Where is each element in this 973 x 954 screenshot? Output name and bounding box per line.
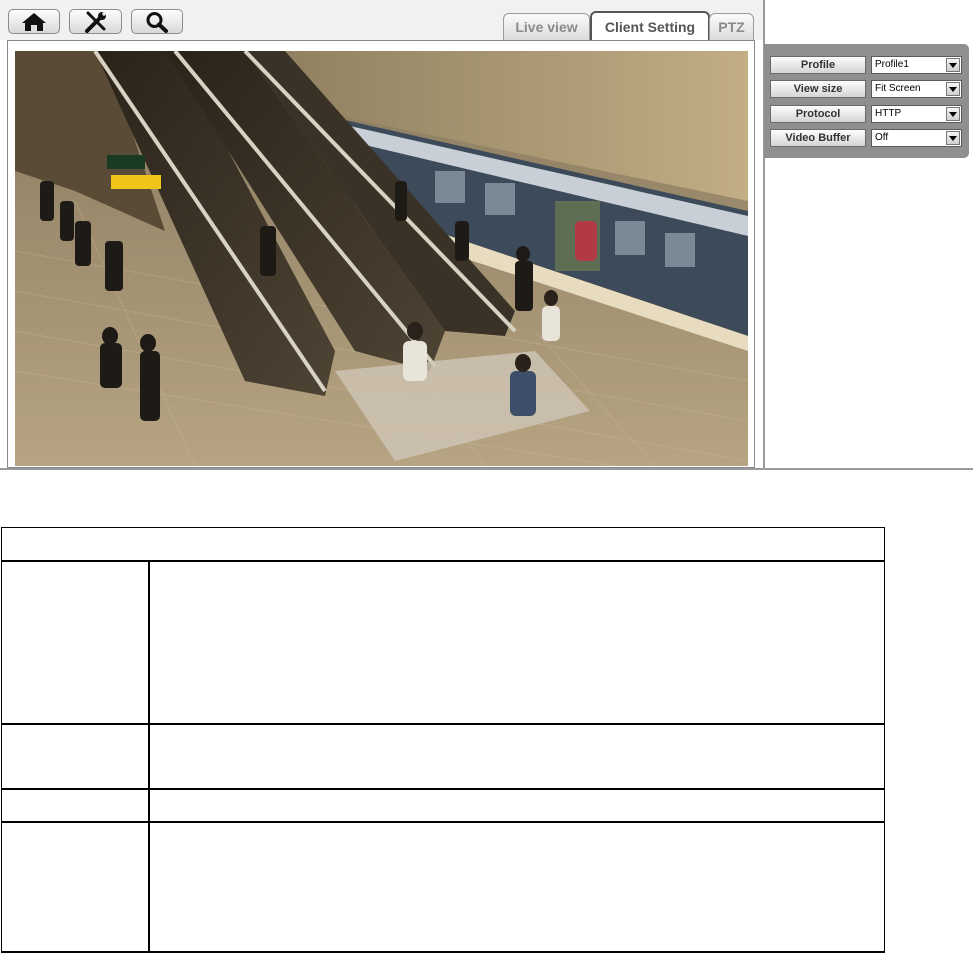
profile-select[interactable]: Profile1 <box>871 56 962 74</box>
table-row-divider <box>1 723 885 725</box>
video-buffer-value: Off <box>875 132 889 143</box>
protocol-label: Protocol <box>795 108 841 120</box>
chevron-down-icon[interactable] <box>946 131 960 145</box>
profile-label: Profile <box>800 59 836 71</box>
chevron-down-icon[interactable] <box>946 82 960 96</box>
description-table <box>1 527 885 953</box>
tab-ptz[interactable]: PTZ <box>709 13 754 40</box>
toolbar: Live view Client Setting PTZ <box>0 0 763 40</box>
search-icon <box>146 11 168 33</box>
settings-button[interactable] <box>69 9 122 34</box>
video-scene <box>15 51 748 466</box>
search-button[interactable] <box>131 9 183 34</box>
tab-ptz-label: PTZ <box>718 19 745 35</box>
table-column-divider <box>148 560 150 953</box>
client-settings-panel: Profile Profile1 View size Fit Screen Pr… <box>764 44 969 158</box>
chevron-down-icon[interactable] <box>946 58 960 72</box>
video-buffer-select[interactable]: Off <box>871 129 962 147</box>
profile-row: Profile Profile1 <box>770 56 962 74</box>
view-size-row: View size Fit Screen <box>770 80 962 98</box>
protocol-value: HTTP <box>875 108 902 119</box>
home-icon <box>22 12 46 31</box>
protocol-select[interactable]: HTTP <box>871 105 962 123</box>
protocol-button[interactable]: Protocol <box>770 105 866 123</box>
video-buffer-row: Video Buffer Off <box>770 129 962 147</box>
table-row-divider <box>1 788 885 790</box>
home-button[interactable] <box>8 9 60 34</box>
table-border-top <box>1 527 885 528</box>
tab-live-view[interactable]: Live view <box>503 13 590 40</box>
view-size-select[interactable]: Fit Screen <box>871 80 962 98</box>
table-border-bottom <box>1 951 885 953</box>
view-size-button[interactable]: View size <box>770 80 866 98</box>
table-header-divider <box>1 560 885 562</box>
profile-value: Profile1 <box>875 59 909 70</box>
table-border-right <box>884 527 885 953</box>
view-size-value: Fit Screen <box>875 83 921 94</box>
tab-client-setting[interactable]: Client Setting <box>590 11 710 40</box>
video-buffer-label: Video Buffer <box>785 132 851 144</box>
tab-live-view-label: Live view <box>515 19 578 35</box>
live-video-view[interactable] <box>15 51 748 466</box>
chevron-down-icon[interactable] <box>946 107 960 121</box>
table-row-divider <box>1 821 885 823</box>
table-border-left <box>1 527 2 953</box>
profile-button[interactable]: Profile <box>770 56 866 74</box>
tab-client-setting-label: Client Setting <box>604 18 696 35</box>
horizontal-divider <box>0 468 973 470</box>
view-size-label: View size <box>793 83 843 95</box>
video-buffer-button[interactable]: Video Buffer <box>770 129 866 147</box>
protocol-row: Protocol HTTP <box>770 105 962 123</box>
tools-icon <box>84 11 106 33</box>
